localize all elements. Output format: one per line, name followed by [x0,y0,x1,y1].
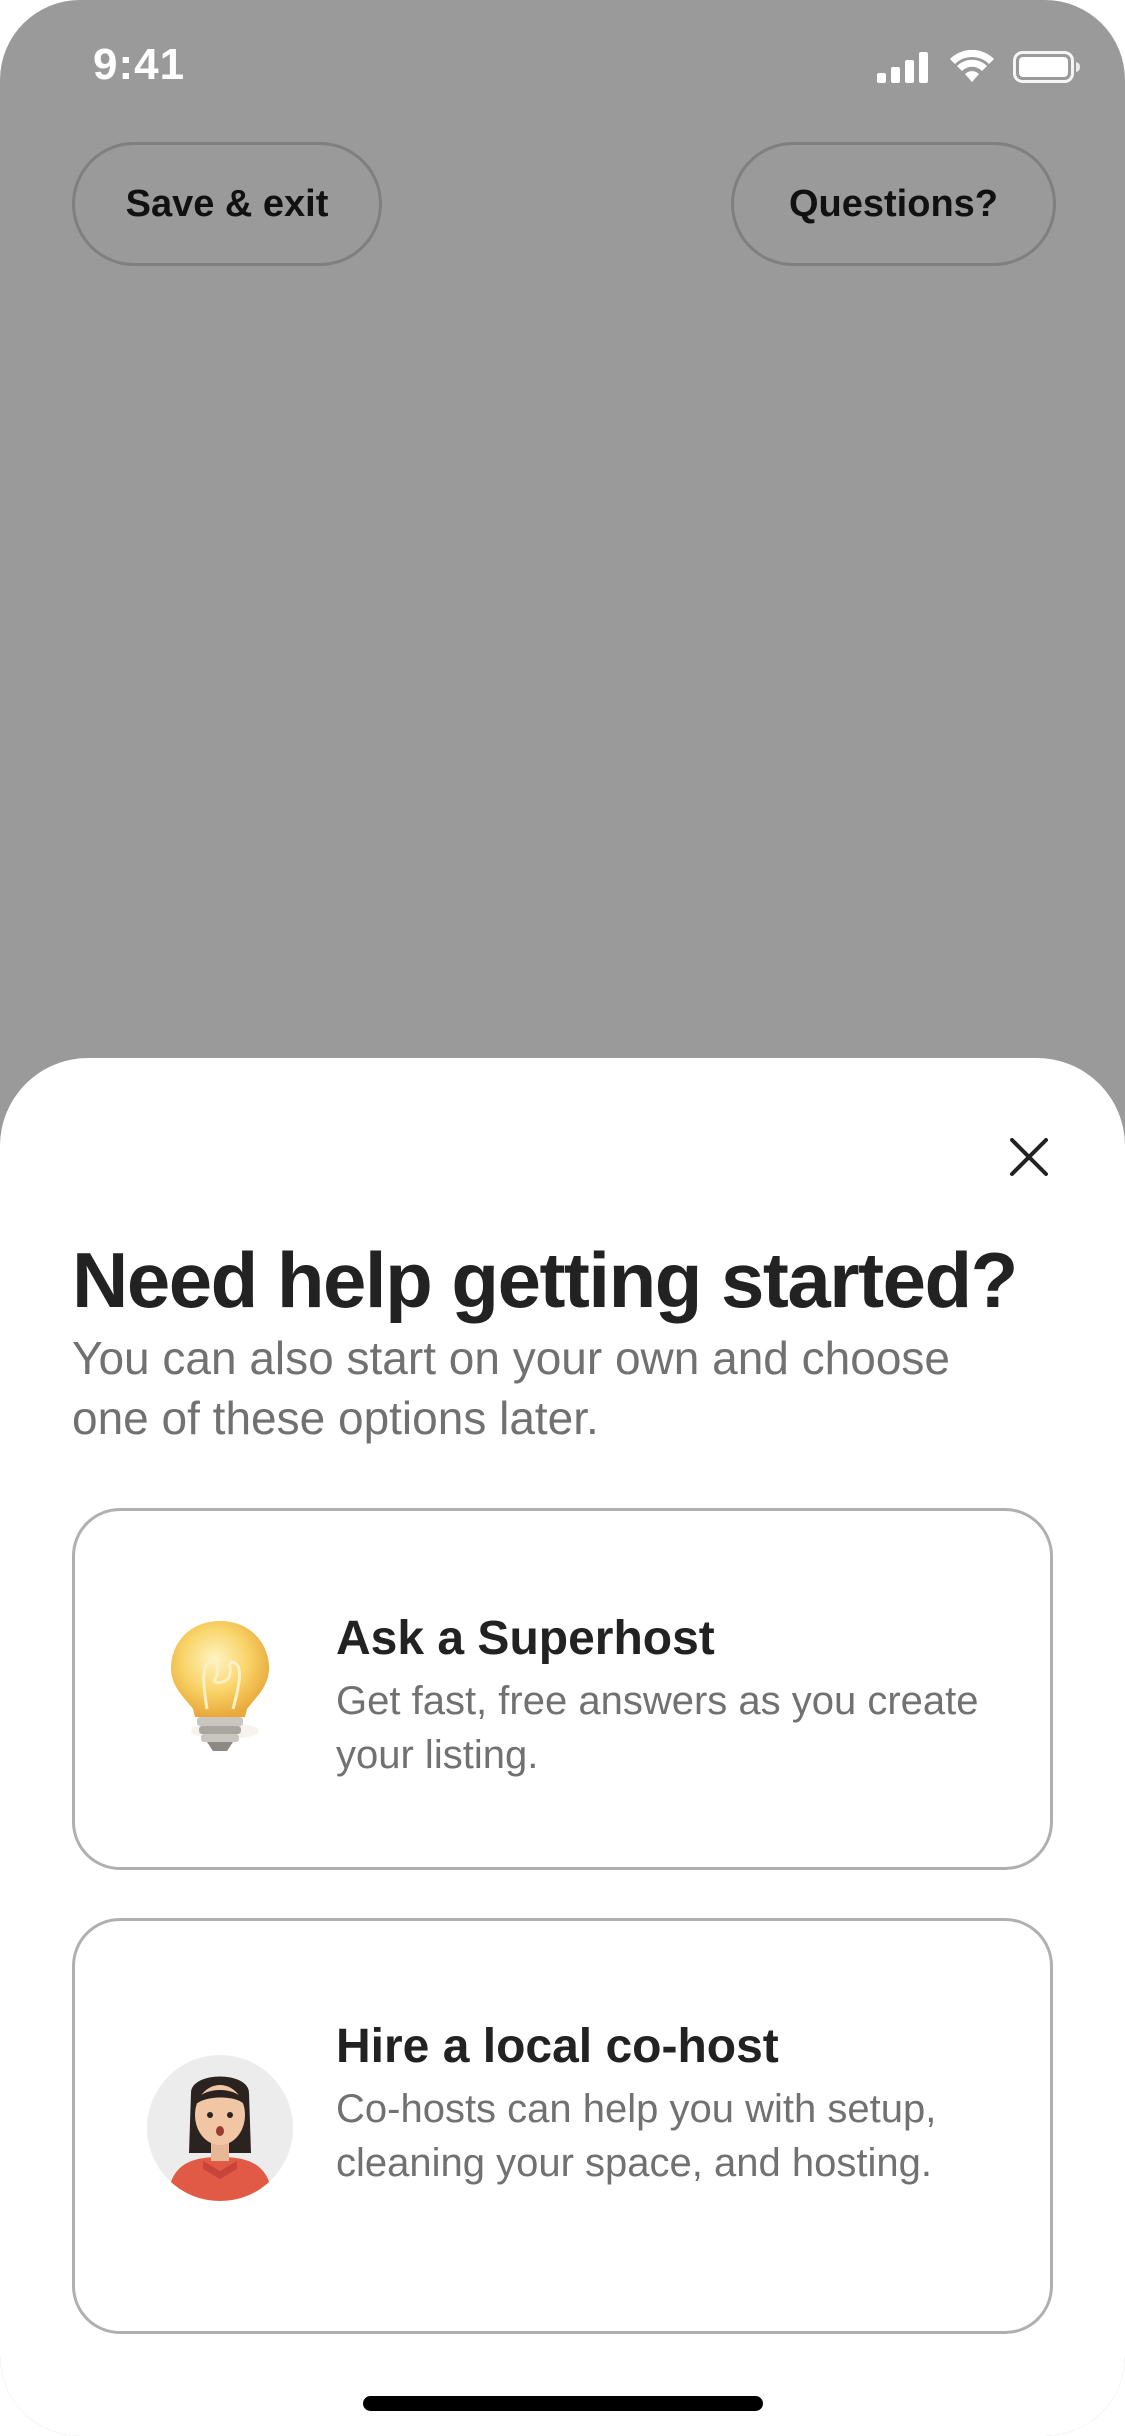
option-description: Get fast, free answers as you create you… [336,1679,979,1777]
cohost-avatar-icon [147,2055,293,2201]
status-icons [877,50,1081,84]
home-indicator[interactable] [363,2396,763,2411]
close-icon [1010,1138,1048,1176]
ask-superhost-option[interactable]: Ask a Superhost Get fast, free answers a… [72,1508,1053,1870]
status-time: 9:41 [93,40,186,89]
screen: 9:41 Save & exit Questions? Need help ge… [0,0,1125,2436]
hire-cohost-option[interactable]: Hire a local co-host Co-hosts can help y… [72,1918,1053,2334]
lightbulb-icon [171,1621,269,1751]
signal-icon [877,52,928,83]
status-bar: 9:41 [0,0,1125,140]
battery-icon [1013,51,1080,83]
questions-button[interactable]: Questions? [731,142,1056,266]
sheet-subtitle: You can also start on your own and choos… [72,1332,950,1444]
wifi-icon [950,50,994,82]
sheet-title: Need help getting started? [72,1236,1018,1324]
option-description: Co-hosts can help you with setup, cleani… [336,2087,937,2185]
ask-superhost-text: Ask a Superhost Get fast, free answers a… [336,1608,990,1782]
hire-cohost-text: Hire a local co-host Co-hosts can help y… [336,2016,990,2190]
option-title: Hire a local co-host [336,2020,779,2073]
close-button[interactable] [1002,1130,1056,1184]
save-and-exit-button[interactable]: Save & exit [72,142,382,266]
option-title: Ask a Superhost [336,1612,715,1665]
